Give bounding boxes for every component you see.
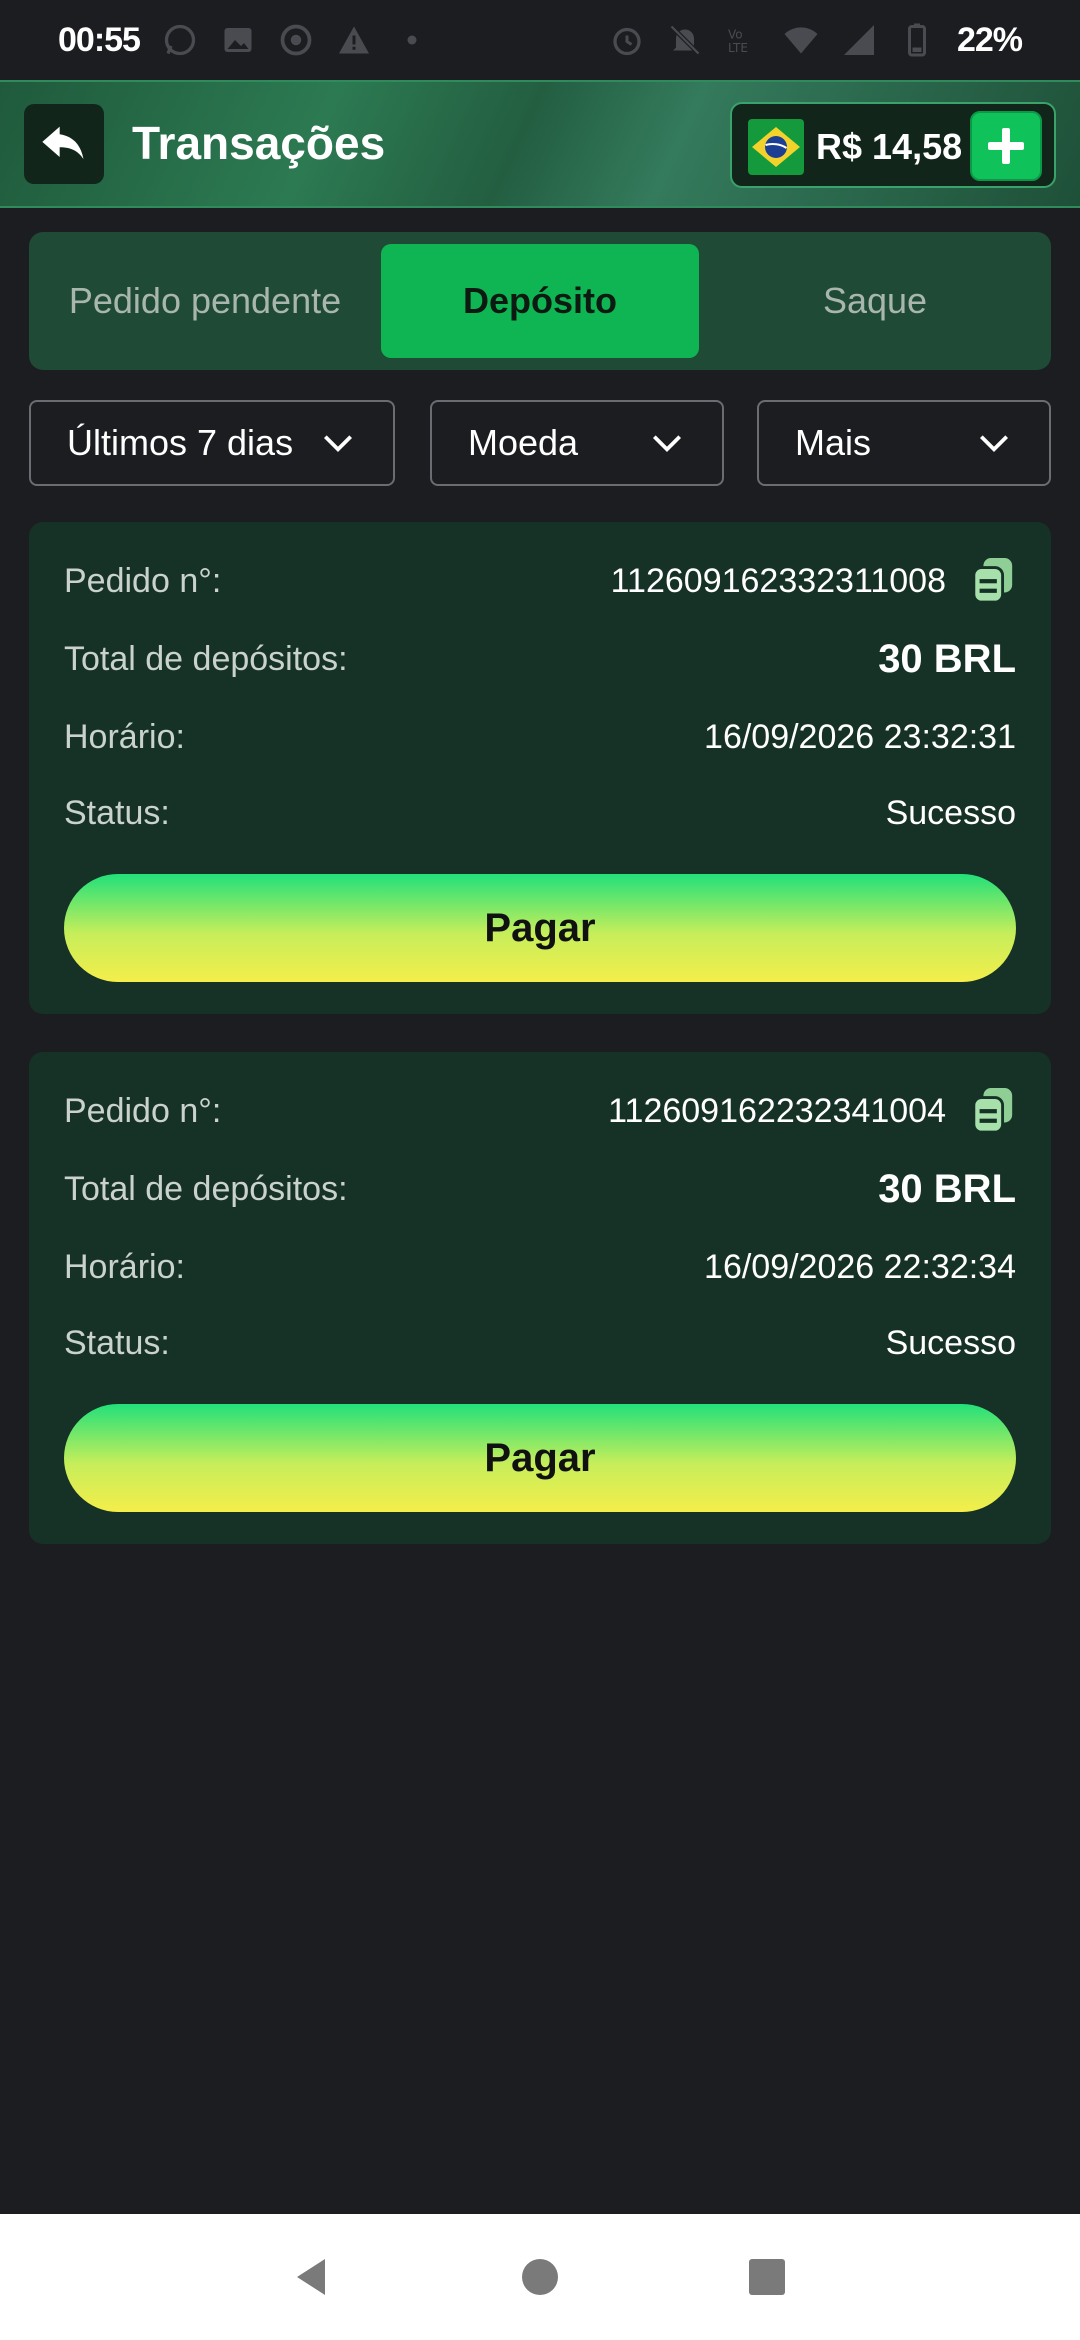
- status-value: Sucesso: [885, 1323, 1016, 1362]
- deposit-total-label: Total de depósitos:: [64, 1169, 348, 1208]
- battery-icon: [899, 22, 935, 58]
- plus-icon: [988, 128, 1024, 164]
- svg-text:Vo: Vo: [728, 28, 743, 42]
- currency-label: Moeda: [468, 422, 579, 463]
- tab-deposit[interactable]: Depósito: [381, 244, 699, 358]
- time-label: Horário:: [64, 717, 185, 756]
- deposit-total-row: Total de depósitos: 30 BRL: [64, 1164, 1016, 1214]
- order-number-row: Pedido n°: 112609162232341004: [64, 1086, 1016, 1136]
- time-row: Horário: 16/09/2026 23:32:31: [64, 712, 1016, 762]
- add-funds-button[interactable]: [970, 111, 1042, 181]
- pay-button[interactable]: Pagar: [64, 1404, 1016, 1512]
- date-range-dropdown[interactable]: Últimos 7 dias: [29, 400, 395, 486]
- brazil-flag-icon: [748, 119, 804, 175]
- transaction-card: Pedido n°: 112609162232341004 Total de d…: [29, 1052, 1051, 1544]
- status-bar-left: 00:55: [58, 21, 430, 60]
- system-nav-bar: [0, 2214, 1080, 2340]
- image-icon: [220, 22, 256, 58]
- transaction-card: Pedido n°: 112609162332311008 Total de d…: [29, 522, 1051, 1014]
- time-label: Horário:: [64, 1247, 185, 1286]
- tab-pending-order[interactable]: Pedido pendente: [29, 244, 381, 358]
- time-value: 16/09/2026 22:32:34: [704, 1247, 1016, 1286]
- deposit-total-value: 30 BRL: [878, 636, 1016, 681]
- status-label: Status:: [64, 793, 170, 832]
- balance-amount: R$ 14,58: [816, 126, 963, 167]
- currency-dropdown[interactable]: Moeda: [430, 400, 724, 486]
- time-row: Horário: 16/09/2026 22:32:34: [64, 1242, 1016, 1292]
- more-filters-label: Mais: [795, 422, 872, 463]
- signal-icon: [841, 22, 877, 58]
- order-number-label: Pedido n°:: [64, 1091, 222, 1130]
- order-number-value: 112609162332311008: [610, 561, 946, 600]
- triangle-back-icon: [297, 2259, 326, 2295]
- status-bar-right: Vo LTE 22%: [609, 20, 1023, 60]
- copy-icon[interactable]: [970, 1086, 1016, 1136]
- date-range-label: Últimos 7 dias: [67, 422, 294, 463]
- whatsapp-icon: [162, 22, 198, 58]
- warning-icon: [336, 22, 372, 58]
- status-label: Status:: [64, 1323, 170, 1362]
- nav-back-button[interactable]: [283, 2247, 343, 2307]
- status-row: Status: Sucesso: [64, 1318, 1016, 1368]
- pay-button[interactable]: Pagar: [64, 874, 1016, 982]
- app-header: Transações R$ 14,58: [0, 80, 1080, 208]
- chevron-down-icon: [652, 435, 682, 453]
- chevron-down-icon: [979, 435, 1009, 453]
- order-number-row: Pedido n°: 112609162332311008: [64, 556, 1016, 606]
- transaction-type-tabs: Pedido pendente Depósito Saque: [29, 232, 1051, 370]
- status-time: 00:55: [58, 20, 141, 59]
- battery-percent: 22%: [956, 20, 1023, 59]
- back-button[interactable]: [24, 104, 104, 184]
- status-row: Status: Sucesso: [64, 788, 1016, 838]
- deposit-total-value: 30 BRL: [878, 1166, 1016, 1211]
- wifi-icon: [783, 22, 819, 58]
- time-value: 16/09/2026 23:32:31: [704, 717, 1016, 756]
- deposit-total-label: Total de depósitos:: [64, 639, 348, 678]
- chrome-icon: [278, 22, 314, 58]
- dot-icon: [394, 22, 430, 58]
- square-recents-icon: [748, 2259, 785, 2295]
- deposit-total-row: Total de depósitos: 30 BRL: [64, 634, 1016, 684]
- svg-text:LTE: LTE: [728, 41, 748, 55]
- volte-icon: Vo LTE: [725, 22, 761, 58]
- nav-recents-button[interactable]: [737, 2247, 797, 2307]
- back-arrow-icon: [42, 126, 84, 160]
- nav-home-button[interactable]: [510, 2247, 570, 2307]
- balance-widget: R$ 14,58: [730, 102, 1056, 188]
- tab-withdraw[interactable]: Saque: [699, 244, 1051, 358]
- circle-home-icon: [521, 2259, 558, 2295]
- page-title: Transações: [132, 117, 386, 169]
- status-bar: 00:55 Vo LTE 22%: [0, 0, 1080, 80]
- mute-icon: [667, 22, 703, 58]
- more-filters-dropdown[interactable]: Mais: [757, 400, 1051, 486]
- order-number-value: 112609162232341004: [608, 1091, 946, 1130]
- status-value: Sucesso: [885, 793, 1016, 832]
- order-number-label: Pedido n°:: [64, 561, 222, 600]
- chevron-down-icon: [323, 435, 353, 453]
- alarm-icon: [609, 22, 645, 58]
- copy-icon[interactable]: [970, 556, 1016, 606]
